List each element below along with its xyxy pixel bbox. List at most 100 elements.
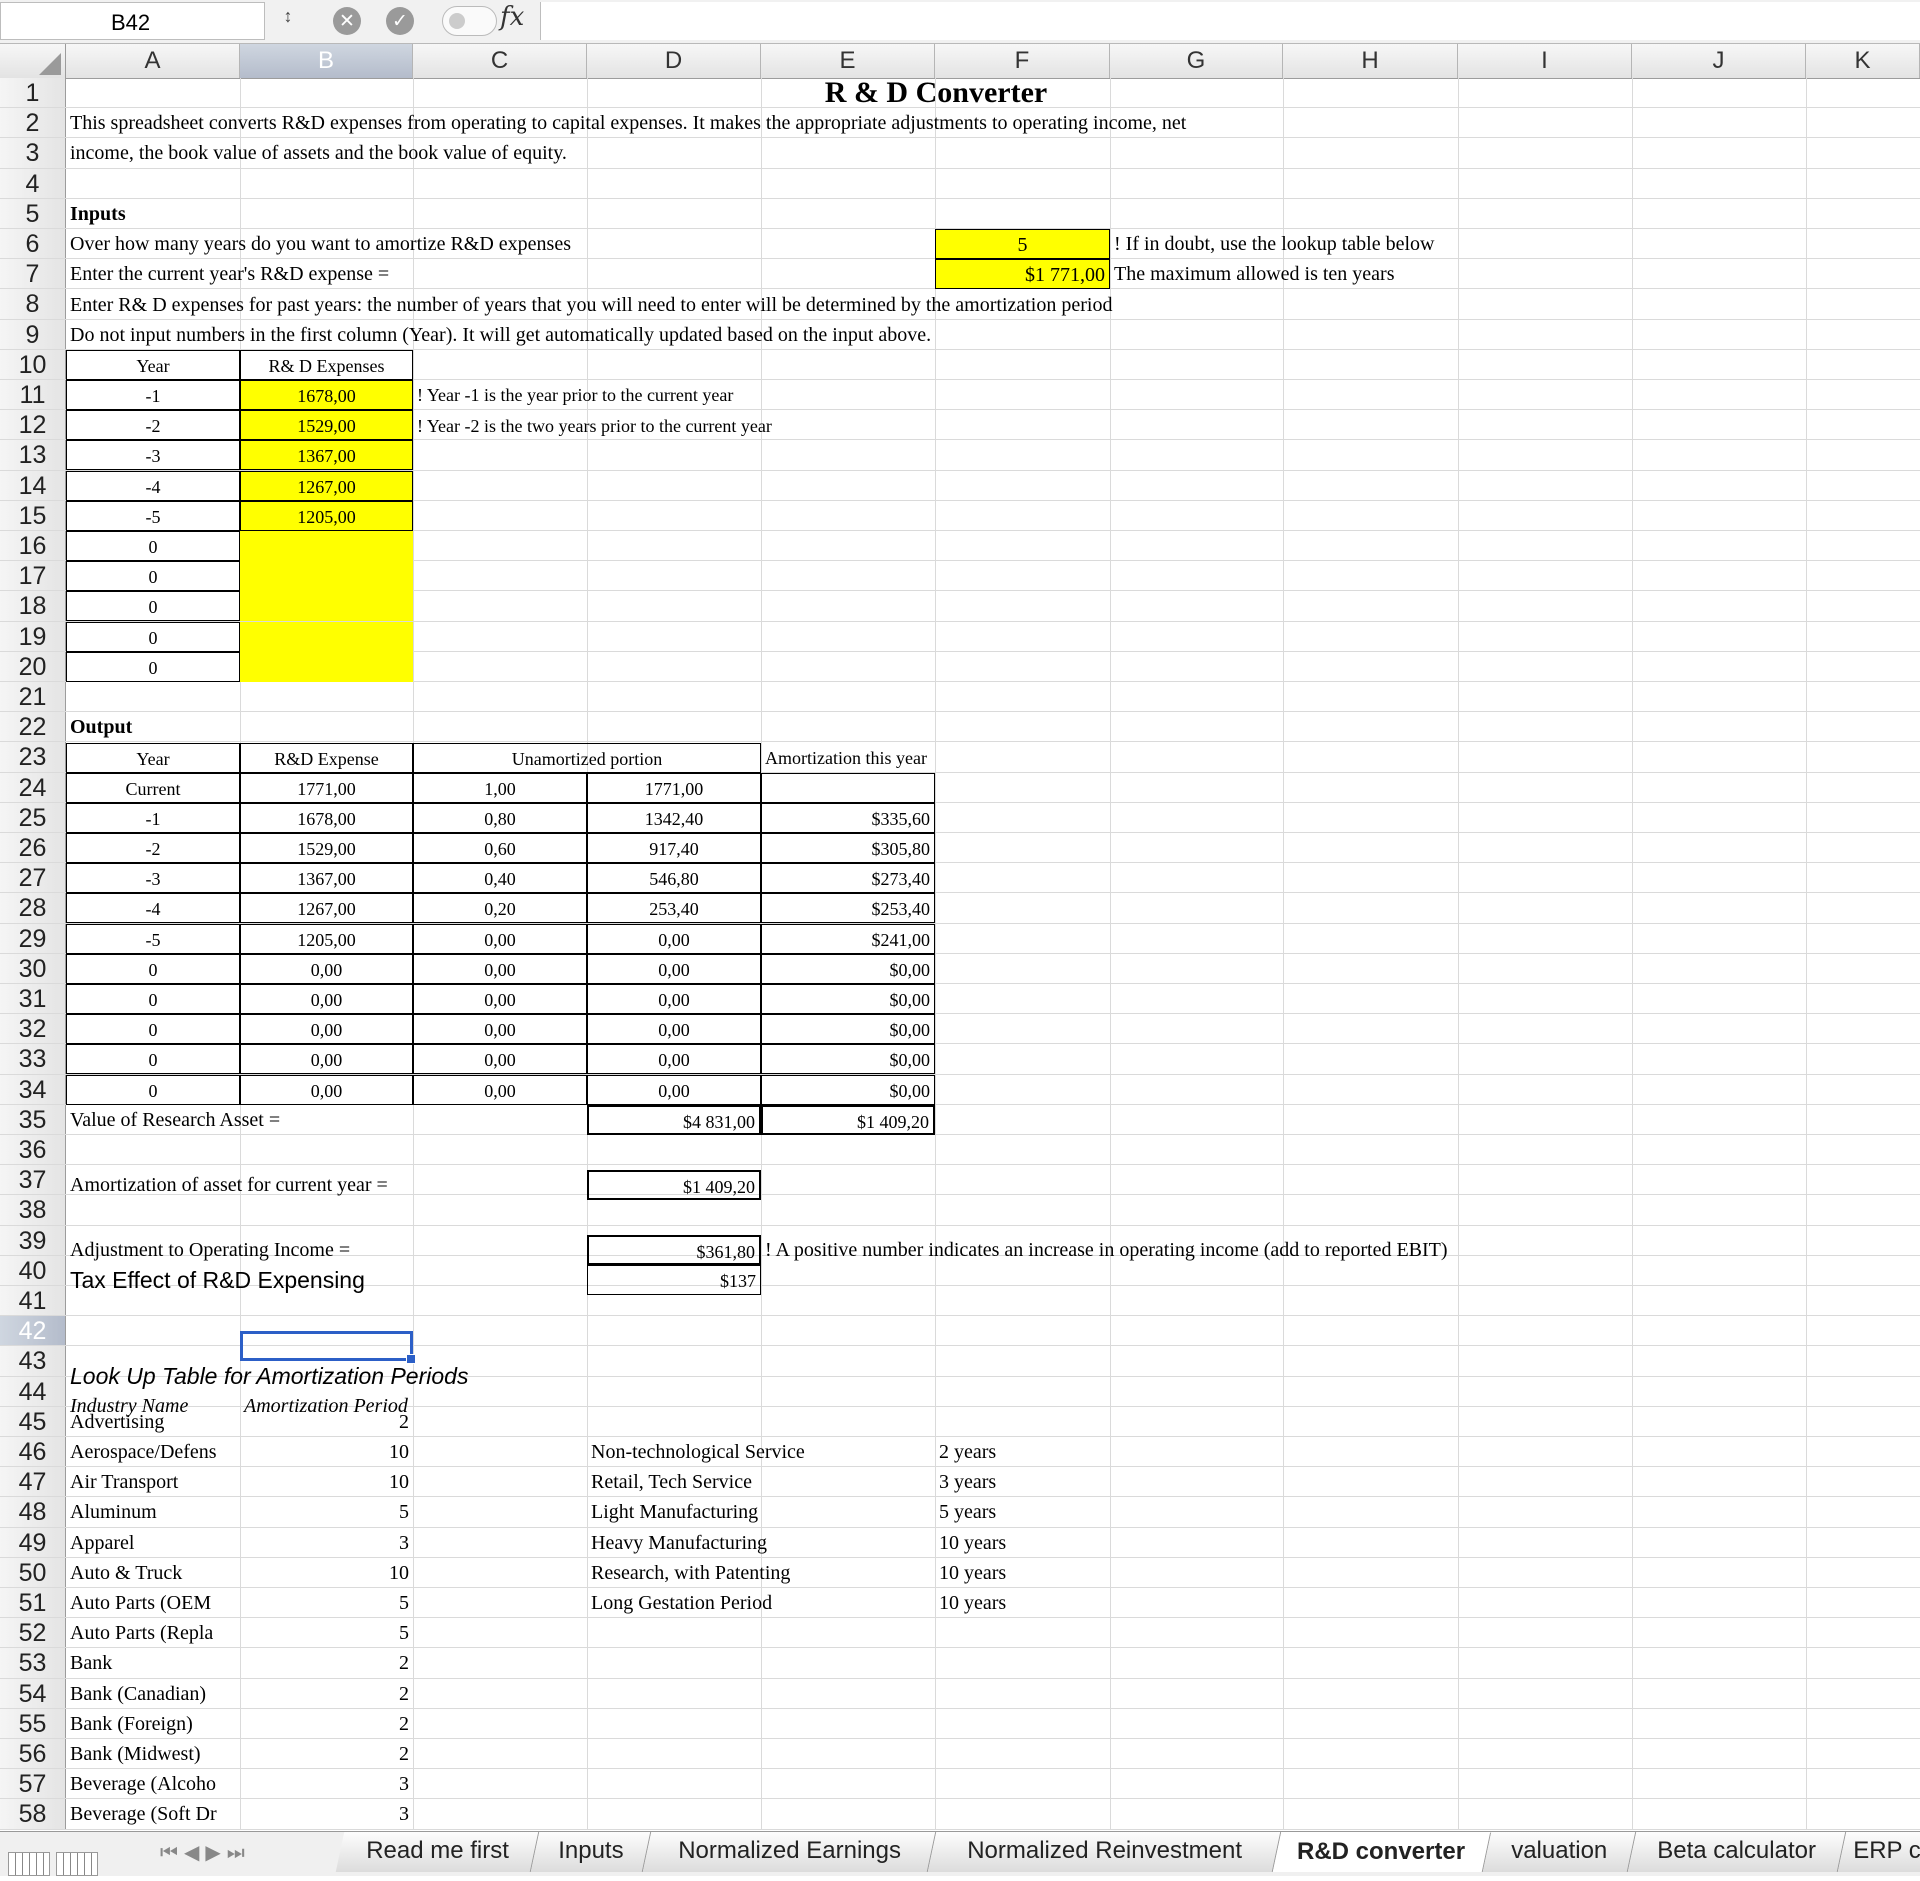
output-fraction-cell[interactable]: 0,00 [413, 923, 587, 954]
output-year-cell[interactable]: -3 [66, 863, 240, 894]
row-header[interactable]: 4 [0, 168, 66, 198]
input-year-cell[interactable]: -3 [66, 440, 240, 471]
row-header[interactable]: 50 [0, 1557, 66, 1587]
output-unamortized-cell[interactable]: 546,80 [587, 863, 761, 894]
lookup-period-cell[interactable]: 10 [240, 1437, 413, 1467]
row-header[interactable]: 25 [0, 802, 66, 832]
output-amortization-cell[interactable]: $0,00 [761, 1014, 935, 1045]
row-header[interactable]: 38 [0, 1195, 66, 1225]
column-header-k[interactable]: K [1806, 44, 1920, 78]
output-expense-header[interactable]: R&D Expense [240, 743, 413, 773]
lookup-period-cell[interactable]: 2 [240, 1709, 413, 1739]
guide-years-cell[interactable]: 3 years [935, 1467, 1235, 1497]
input-year-cell[interactable]: 0 [66, 591, 240, 622]
tax-effect-label[interactable]: Tax Effect of R&D Expensing [66, 1265, 566, 1295]
current-rd-note[interactable]: The maximum allowed is ten years [1110, 259, 1710, 289]
row-header[interactable]: 36 [0, 1135, 66, 1165]
sheet-nav-arrows-icon[interactable]: ⏮◀▶⏭ [160, 1840, 251, 1864]
output-expense-cell[interactable]: 1529,00 [240, 833, 413, 863]
tab-rd-converter[interactable]: R&D converter [1272, 1832, 1492, 1872]
output-unamortized-cell[interactable]: 1342,40 [587, 802, 761, 833]
guide-type-cell[interactable]: Long Gestation Period [587, 1588, 935, 1618]
grid-row[interactable]: 36 [0, 1135, 1920, 1166]
row-header[interactable]: 14 [0, 470, 66, 500]
amortization-years-note[interactable]: ! If in doubt, use the lookup table belo… [1110, 229, 1710, 259]
grid-row[interactable]: 4 [0, 168, 1920, 199]
name-box[interactable]: B42 [0, 2, 265, 40]
output-fraction-cell[interactable]: 0,00 [413, 1074, 587, 1105]
output-fraction-cell[interactable]: 0,00 [413, 1044, 587, 1075]
row-header[interactable]: 52 [0, 1618, 66, 1648]
row-header[interactable]: 27 [0, 863, 66, 893]
output-expense-cell[interactable]: 0,00 [240, 1074, 413, 1105]
output-unamortized-cell[interactable]: 917,40 [587, 833, 761, 863]
guide-years-cell[interactable]: 5 years [935, 1497, 1235, 1527]
row-header[interactable]: 55 [0, 1708, 66, 1738]
output-year-cell[interactable]: -5 [66, 923, 240, 954]
row-header[interactable]: 1 [0, 78, 66, 108]
output-year-header[interactable]: Year [66, 743, 240, 773]
input-table-note-2[interactable]: ! Year -2 is the two years prior to the … [413, 411, 1013, 441]
lookup-table-title[interactable]: Look Up Table for Amortization Periods [66, 1361, 666, 1391]
current-rd-question[interactable]: Enter the current year's R&D expense = [66, 259, 926, 289]
input-expense-cell[interactable] [240, 591, 413, 622]
column-header-h[interactable]: H [1283, 44, 1458, 78]
output-amortization-cell[interactable]: $0,00 [761, 1074, 935, 1105]
tab-inputs[interactable]: Inputs [530, 1832, 652, 1872]
input-expense-cell[interactable] [240, 531, 413, 561]
row-header[interactable]: 6 [0, 229, 66, 259]
output-unamortized-cell[interactable]: 0,00 [587, 923, 761, 954]
input-table-expense-header[interactable]: R& D Expenses [240, 350, 413, 380]
lookup-period-cell[interactable]: 2 [240, 1648, 413, 1678]
row-header[interactable]: 11 [0, 380, 66, 410]
lookup-period-cell[interactable]: 2 [240, 1679, 413, 1709]
row-header[interactable]: 49 [0, 1527, 66, 1557]
row-header[interactable]: 53 [0, 1648, 66, 1678]
past-years-instruction[interactable]: Enter R& D expenses for past years: the … [66, 290, 1766, 320]
row-header[interactable]: 51 [0, 1588, 66, 1618]
guide-type-cell[interactable]: Retail, Tech Service [587, 1467, 935, 1497]
row-header[interactable]: 21 [0, 682, 66, 712]
amortization-years-question[interactable]: Over how many years do you want to amort… [66, 229, 926, 259]
row-header[interactable]: 57 [0, 1769, 66, 1799]
output-amortization-cell[interactable]: $0,00 [761, 984, 935, 1014]
output-year-cell[interactable]: -4 [66, 893, 240, 924]
output-amortization-cell[interactable]: $253,40 [761, 893, 935, 924]
input-year-cell[interactable]: 0 [66, 651, 240, 682]
row-header[interactable]: 12 [0, 410, 66, 440]
confirm-icon[interactable]: ✓ [386, 7, 414, 35]
row-header[interactable]: 54 [0, 1678, 66, 1708]
amortization-label[interactable]: Amortization of asset for current year = [66, 1170, 566, 1200]
tab-normalized-earnings[interactable]: Normalized Earnings [642, 1832, 937, 1872]
column-header-f[interactable]: F [935, 44, 1110, 78]
amortization-years-input[interactable]: 5 [935, 229, 1110, 259]
lookup-industry-cell[interactable]: Beverage (Alcoho [66, 1769, 240, 1799]
guide-years-cell[interactable]: 10 years [935, 1528, 1235, 1558]
row-header[interactable]: 56 [0, 1739, 66, 1769]
row-header[interactable]: 39 [0, 1225, 66, 1255]
row-header[interactable]: 43 [0, 1346, 66, 1376]
row-header[interactable]: 32 [0, 1014, 66, 1044]
row-header[interactable]: 44 [0, 1376, 66, 1406]
fill-handle[interactable] [406, 1354, 416, 1364]
output-amortization-cell[interactable]: $335,60 [761, 802, 935, 833]
guide-years-cell[interactable]: 10 years [935, 1588, 1235, 1618]
name-box-stepper-icon[interactable]: ↕ [278, 6, 298, 38]
lookup-period-cell[interactable]: 10 [240, 1467, 413, 1497]
input-year-cell[interactable]: -4 [66, 470, 240, 501]
normal-view-icon[interactable] [8, 1852, 50, 1876]
lookup-industry-cell[interactable]: Bank [66, 1648, 240, 1678]
row-header[interactable]: 47 [0, 1467, 66, 1497]
row-header[interactable]: 28 [0, 893, 66, 923]
grid-row[interactable]: 21 [0, 682, 1920, 713]
output-expense-cell[interactable]: 0,00 [240, 984, 413, 1014]
guide-years-cell[interactable]: 10 years [935, 1558, 1235, 1588]
row-header[interactable]: 33 [0, 1044, 66, 1074]
output-fraction-cell[interactable]: 0,20 [413, 893, 587, 924]
lookup-industry-cell[interactable]: Beverage (Soft Dr [66, 1799, 240, 1829]
output-unamortized-cell[interactable]: 0,00 [587, 1014, 761, 1045]
tab-read-me-first[interactable]: Read me first [335, 1832, 540, 1872]
row-header[interactable]: 8 [0, 289, 66, 319]
guide-type-cell[interactable]: Light Manufacturing [587, 1497, 935, 1527]
output-fraction-cell[interactable]: 1,00 [413, 772, 587, 803]
